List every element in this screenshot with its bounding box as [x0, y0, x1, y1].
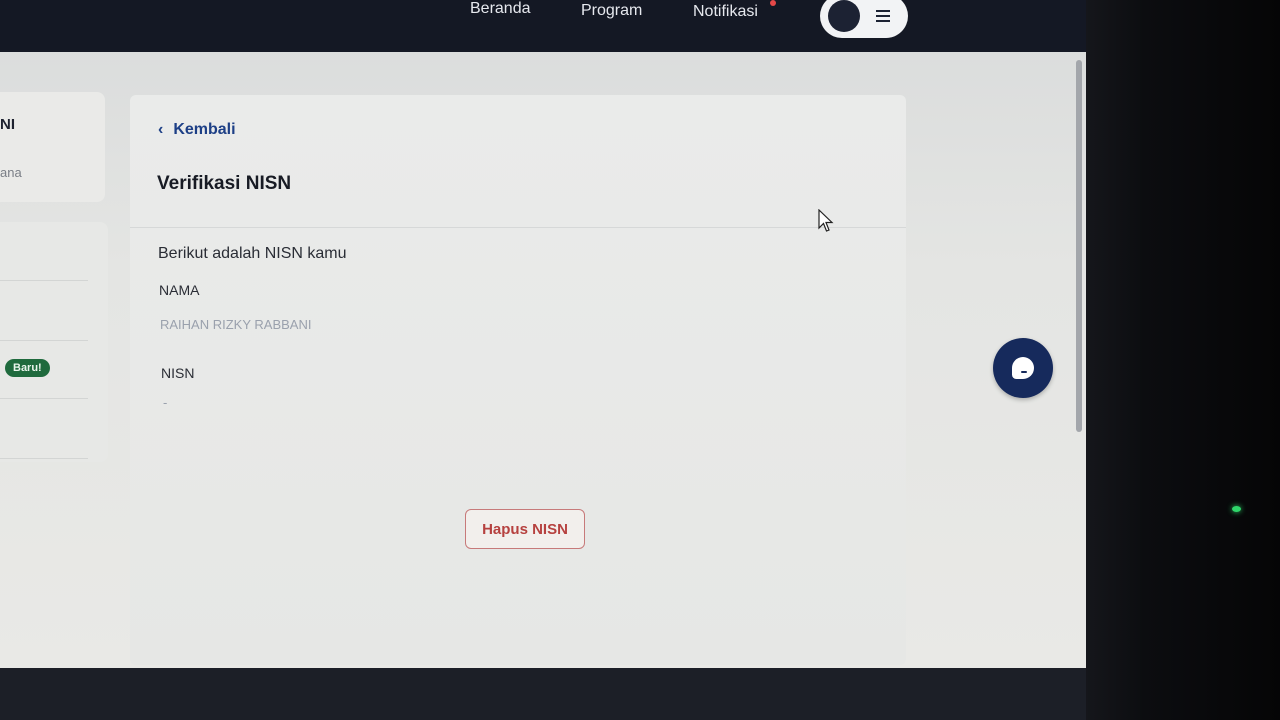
chat-bubble-mouth [1021, 371, 1027, 373]
chat-bubble-icon [1012, 357, 1034, 379]
chat-button[interactable] [993, 338, 1053, 398]
nav-beranda[interactable]: Beranda [470, 0, 531, 18]
monitor-bezel-right [1086, 0, 1280, 720]
toggle-knob [828, 0, 860, 32]
nisn-value: - [163, 395, 168, 410]
chevron-left-icon: ‹ [158, 121, 164, 138]
monitor-bezel-bottom [0, 668, 1086, 720]
new-badge: Baru! [5, 359, 50, 377]
back-link[interactable]: ‹ Kembali [158, 121, 236, 139]
theme-menu-toggle[interactable] [820, 0, 908, 38]
mouse-pointer-icon [818, 209, 834, 232]
power-led [1232, 506, 1241, 512]
back-label: Kembali [173, 121, 236, 138]
sidebar-divider [0, 398, 88, 399]
nav-notifikasi[interactable]: Notifikasi [693, 3, 758, 21]
notification-dot [770, 0, 776, 6]
delete-nisn-button[interactable]: Hapus NISN [465, 509, 585, 549]
profile-card: NI ana [0, 92, 105, 202]
sidebar-divider [0, 340, 88, 341]
nama-value: RAIHAN RIZKY RABBANI [160, 317, 312, 332]
profile-subtitle-partial: ana [0, 165, 22, 180]
intro-text: Berikut adalah NISN kamu [158, 245, 347, 262]
profile-name-partial: NI [0, 116, 15, 133]
page-title: Verifikasi NISN [157, 173, 292, 194]
nama-label: NAMA [159, 282, 200, 298]
hamburger-menu-icon [876, 10, 890, 25]
page-scrollbar[interactable] [1076, 60, 1082, 432]
sidebar-divider [0, 280, 88, 281]
sidebar-menu: Baru! [0, 222, 108, 462]
nav-program[interactable]: Program [581, 2, 642, 20]
nisn-label: NISN [161, 365, 195, 381]
sidebar-divider [0, 458, 88, 459]
header-divider [130, 227, 906, 228]
screen: Beranda Program Notifikasi NI ana Baru! … [0, 0, 1086, 668]
nisn-verification-card: ‹ Kembali Verifikasi NISN Berikut adalah… [130, 95, 906, 665]
top-navbar: Beranda Program Notifikasi [0, 0, 1086, 52]
